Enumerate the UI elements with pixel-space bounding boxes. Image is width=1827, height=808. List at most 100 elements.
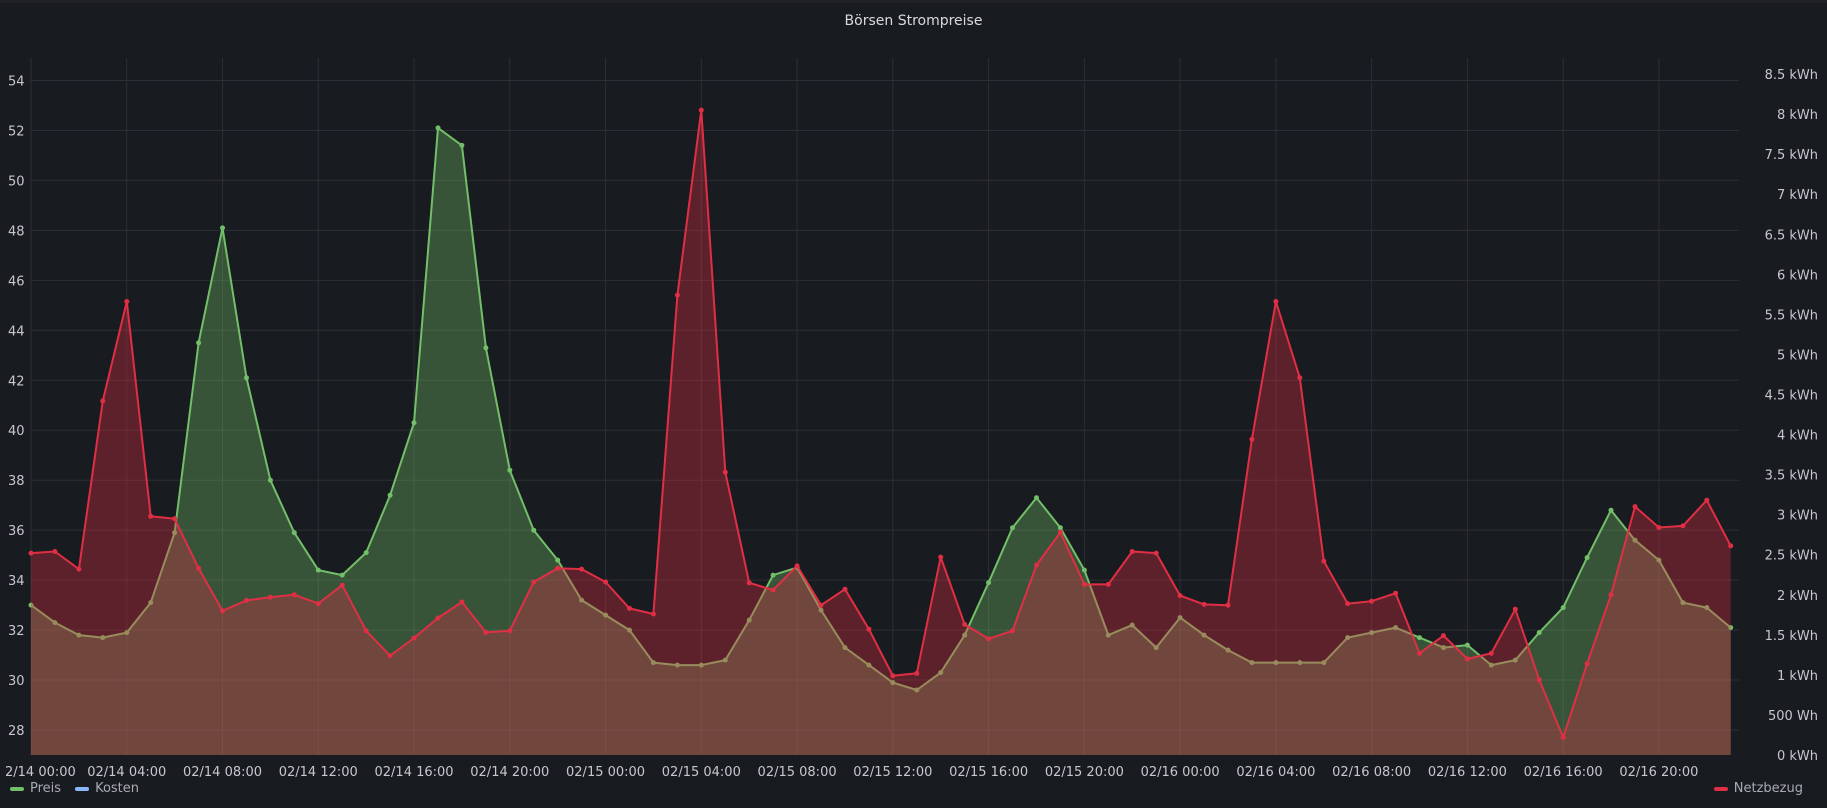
series-preis-point [315, 567, 321, 573]
series-netzbezug-point [914, 670, 920, 676]
series-preis-point [244, 375, 249, 381]
x-tick-label: 02/14 08:00 [183, 765, 262, 780]
series-netzbezug-point [1656, 525, 1662, 530]
chart-area: 28 30 32 34 36 38 40 42 44 46 48 50 52 54 0 kWh 500 Wh 1… [5, 58, 1818, 780]
series-netzbezug-point [1441, 633, 1446, 639]
series-netzbezug-point [435, 615, 441, 621]
y-right-tick-label: 5.5 kWh [1765, 308, 1818, 323]
x-tick-label: 02/14 04:00 [87, 765, 166, 780]
series-netzbezug-point [1536, 677, 1542, 683]
series-netzbezug-point [363, 628, 369, 634]
series-netzbezug-point [890, 673, 896, 679]
series-netzbezug-point [1728, 543, 1734, 549]
legend-item-kosten[interactable]: Kosten [75, 781, 139, 796]
series-netzbezug-point [1297, 375, 1303, 381]
series-netzbezug-point [52, 549, 58, 554]
series-preis-point [339, 572, 345, 578]
series-netzbezug-point [291, 592, 297, 598]
series-netzbezug-point [722, 469, 728, 475]
series-netzbezug-point [459, 599, 465, 605]
x-tick-label: 02/16 08:00 [1332, 765, 1411, 780]
series-netzbezug-point [555, 565, 561, 571]
legend-label: Netzbezug [1733, 781, 1803, 796]
series-netzbezug-point [579, 566, 585, 572]
y-left-tick-label: 38 [8, 474, 25, 489]
legend-right: Netzbezug [1713, 781, 1817, 796]
series-preis-point [770, 572, 776, 578]
legend-item-preis[interactable]: Preis [10, 781, 61, 796]
series-netzbezug-point [938, 554, 944, 560]
legend-label: Preis [30, 781, 62, 796]
x-tick-label: 02/15 08:00 [758, 765, 837, 780]
series-netzbezug-point [1153, 550, 1159, 556]
series-preis-point [1464, 642, 1470, 648]
y-right-tick-label: 0 kWh [1777, 749, 1818, 764]
x-tick-label: 02/14 12:00 [279, 765, 358, 780]
y-left-tick-label: 28 [8, 724, 25, 739]
series-preis-point [1536, 630, 1542, 636]
y-left-tick-label: 42 [8, 374, 25, 389]
series-netzbezug-point [962, 621, 968, 627]
series-preis-point [387, 492, 393, 498]
series-netzbezug-point [866, 626, 872, 632]
series-preis-point [459, 142, 465, 148]
series-preis-point [1081, 567, 1087, 573]
series-netzbezug-point [387, 653, 393, 659]
series-preis-point [1034, 495, 1039, 501]
series-preis-point [220, 225, 225, 231]
x-tick-label: 02/15 16:00 [949, 765, 1028, 780]
series-netzbezug-point [842, 586, 848, 592]
series-netzbezug-point [1010, 628, 1015, 634]
y-right-tick-label: 1 kWh [1777, 669, 1818, 684]
y-left-tick-label: 52 [8, 124, 25, 139]
series-preis-point [1584, 555, 1590, 561]
legend-left: Preis Kosten [10, 781, 153, 796]
x-tick-label: 02/15 20:00 [1045, 765, 1124, 780]
chart-panel: Börsen Strompreise 28 30 32 34 36 38 40 42 44 46 4… [0, 0, 1827, 805]
y-right-tick-label: 4.5 kWh [1765, 388, 1818, 403]
legend-swatch [75, 786, 90, 791]
series-preis-point [435, 125, 441, 131]
series-netzbezug-point [100, 398, 106, 404]
y-left-tick-label: 48 [8, 224, 25, 239]
series-netzbezug-point [1680, 523, 1686, 529]
y-right-tick-label: 8.5 kWh [1765, 68, 1818, 83]
series-netzbezug-point [1393, 590, 1399, 596]
y-right-tick-label: 6.5 kWh [1765, 228, 1818, 243]
legend-swatch [1713, 786, 1728, 791]
series-netzbezug-point [1560, 734, 1566, 740]
y-left-tick-label: 44 [8, 324, 25, 339]
series-netzbezug-point [1057, 529, 1063, 535]
y-left-tick-label: 30 [8, 674, 25, 689]
series-netzbezug-point [172, 516, 178, 522]
y-left-tick-label: 46 [8, 274, 25, 289]
series-preis-point [1010, 525, 1015, 531]
series-preis-point [291, 530, 297, 536]
series-netzbezug-point [1225, 602, 1231, 608]
x-tick-label: 02/16 12:00 [1428, 765, 1507, 780]
legend-swatch [10, 786, 24, 791]
series-netzbezug-point [531, 579, 537, 585]
series-netzbezug-point [1584, 661, 1590, 667]
y-left-tick-label: 36 [8, 524, 25, 539]
series-netzbezug-point [698, 107, 704, 113]
series-netzbezug-point [1321, 558, 1327, 564]
series-preis-point [363, 550, 369, 556]
y-right-tick-label: 2 kWh [1777, 589, 1818, 604]
series-netzbezug-point [1249, 436, 1255, 442]
x-tick-label: 02/16 04:00 [1236, 765, 1315, 780]
series-netzbezug-point [1704, 497, 1710, 503]
y-right-tick-label: 7 kWh [1777, 188, 1818, 203]
legend-item-netzbezug[interactable]: Netzbezug [1713, 781, 1803, 796]
series-netzbezug-point [1034, 562, 1039, 568]
series-netzbezug-point [794, 563, 800, 569]
x-tick-label: 02/14 20:00 [470, 765, 549, 780]
series-netzbezug-point [507, 628, 513, 634]
series-preis-point [507, 467, 513, 473]
x-tick-label: 02/15 00:00 [566, 765, 645, 780]
x-tick-label: 02/16 00:00 [1141, 765, 1220, 780]
series-netzbezug-point [1273, 299, 1279, 304]
series-netzbezug-point [770, 587, 776, 593]
series-preis-point [531, 527, 537, 533]
y-right-tick-label: 3.5 kWh [1765, 469, 1818, 484]
